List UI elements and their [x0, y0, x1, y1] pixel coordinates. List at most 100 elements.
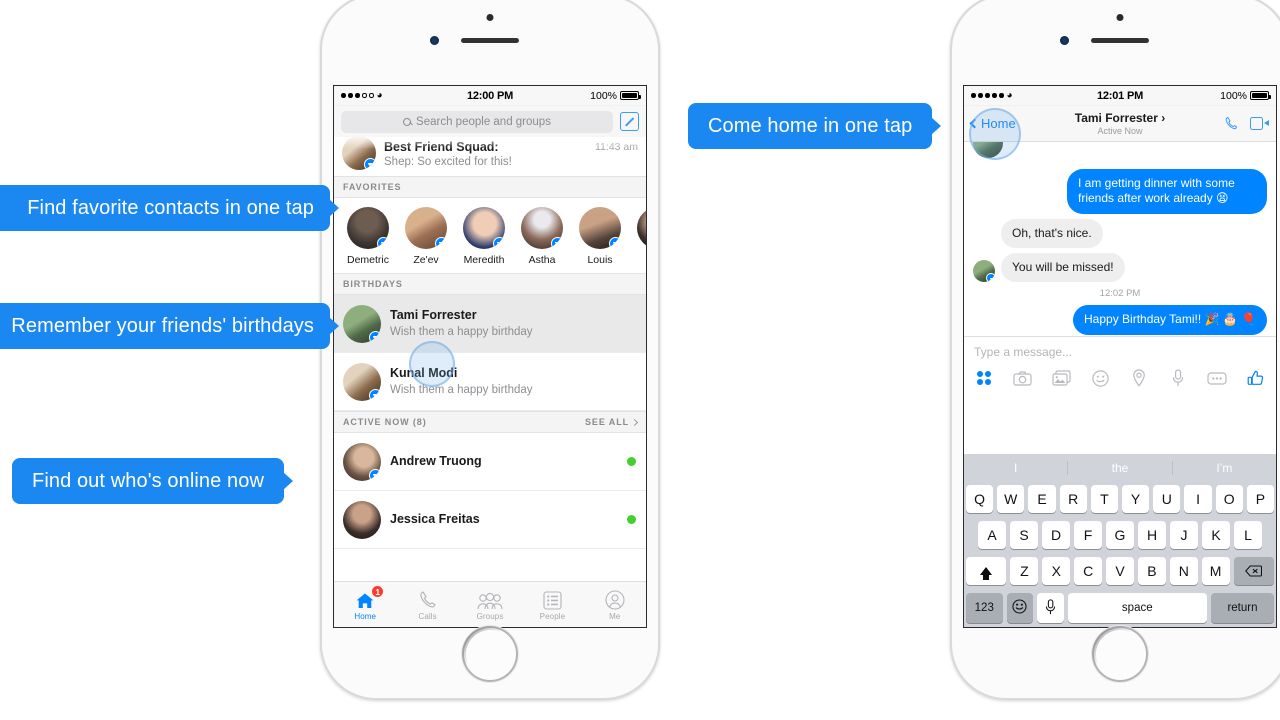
see-all-button[interactable]: SEE ALL — [585, 417, 639, 427]
tab-label: Calls — [418, 612, 437, 621]
message-bubble[interactable]: Happy Birthday Tami!! 🎉 🎂 🎈 — [1073, 305, 1267, 335]
space-key[interactable]: space — [1067, 593, 1207, 623]
key-l[interactable]: L — [1234, 521, 1262, 549]
battery-area: 100% — [590, 90, 641, 102]
conversation-row-best-friend-squad[interactable]: Best Friend Squad: Shep: So excited for … — [334, 133, 646, 177]
key-o[interactable]: O — [1215, 485, 1243, 513]
tab-bar: 1 Home Calls Groups People Me — [334, 581, 646, 627]
avatar — [343, 304, 381, 343]
prediction-1[interactable]: I — [964, 460, 1069, 475]
tab-groups[interactable]: Groups — [459, 582, 521, 627]
message-bubble[interactable]: Oh, that's nice. — [1001, 218, 1103, 249]
tab-calls[interactable]: Calls — [396, 582, 458, 627]
favorite-item[interactable]: Ze'ev — [398, 207, 454, 266]
home-button[interactable] — [462, 626, 518, 682]
video-call-icon[interactable] — [1250, 117, 1269, 130]
prediction-3[interactable]: I’m — [1173, 461, 1276, 475]
favorite-item[interactable]: Demetric — [340, 207, 396, 266]
compose-icon[interactable] — [620, 112, 639, 131]
active-now-row-andrew-truong[interactable]: Andrew Truong — [334, 433, 646, 492]
dictation-key[interactable] — [1037, 593, 1064, 623]
key-z[interactable]: Z — [1010, 557, 1039, 585]
chevron-right-glyph: › — [1161, 111, 1166, 125]
key-b[interactable]: B — [1137, 557, 1166, 585]
message-thread[interactable]: I am getting dinner with some friends af… — [964, 142, 1276, 336]
key-w[interactable]: W — [997, 485, 1025, 513]
birthday-row-tami-forrester[interactable]: Tami Forrester Wish them a happy birthda… — [334, 295, 646, 354]
key-g[interactable]: G — [1106, 521, 1134, 549]
favorites-strip[interactable]: Demetric Ze'ev Meredith Astha Louis — [334, 198, 646, 274]
search-input[interactable]: Search people and groups — [341, 110, 613, 133]
emoji-icon[interactable] — [1091, 368, 1111, 388]
section-header-active-now: ACTIVE NOW (8) SEE ALL — [334, 411, 646, 434]
message-row-incoming: Oh, that's nice. — [973, 218, 1267, 249]
key-c[interactable]: C — [1074, 557, 1103, 585]
iphone-right-device: ◕ 12:01 PM 100% Home Tami Forrester › Ac… — [950, 0, 1280, 700]
tab-people[interactable]: People — [521, 582, 583, 627]
key-x[interactable]: X — [1042, 557, 1071, 585]
messenger-badge-icon — [369, 468, 381, 481]
key-h[interactable]: H — [1138, 521, 1166, 549]
onscreen-keyboard: I the I’m Q W E R T Y U I O P A S D F G … — [964, 454, 1276, 627]
favorite-item[interactable]: Louis — [572, 207, 628, 266]
key-t[interactable]: T — [1090, 485, 1118, 513]
shift-key[interactable] — [966, 557, 1007, 585]
favorite-item-partial[interactable] — [630, 207, 646, 266]
messenger-badge-icon — [986, 273, 995, 283]
active-now-text: Andrew Truong — [390, 454, 618, 470]
key-p[interactable]: P — [1246, 485, 1275, 513]
tab-me[interactable]: Me — [584, 582, 646, 627]
tab-label: Me — [609, 612, 621, 621]
apps-grid-icon[interactable] — [974, 368, 994, 388]
numbers-key[interactable]: 123 — [966, 593, 1003, 623]
back-label: Home — [981, 116, 1016, 131]
key-n[interactable]: N — [1169, 557, 1198, 585]
key-k[interactable]: K — [1202, 521, 1230, 549]
prediction-2[interactable]: the — [1068, 460, 1173, 475]
key-a[interactable]: A — [978, 521, 1006, 549]
key-d[interactable]: D — [1042, 521, 1070, 549]
conversation-title: Best Friend Squad: — [384, 140, 499, 154]
phone-call-icon[interactable] — [1224, 116, 1239, 131]
birthday-row-kunal-modi[interactable]: Kunal Modi Wish them a happy birthday — [334, 353, 646, 412]
key-j[interactable]: J — [1170, 521, 1198, 549]
avatar — [973, 260, 995, 283]
microphone-icon[interactable] — [1168, 368, 1188, 388]
favorite-item[interactable]: Meredith — [456, 207, 512, 266]
status-bar-left: ◕ 12:00 PM 100% — [334, 86, 646, 106]
back-to-home-button[interactable]: Home — [969, 116, 1016, 131]
key-v[interactable]: V — [1106, 557, 1134, 585]
thread-header: Home Tami Forrester › Active Now — [964, 106, 1276, 142]
key-q[interactable]: Q — [965, 485, 994, 513]
active-now-row-jessica-freitas[interactable]: Jessica Freitas — [334, 491, 646, 550]
emoji-key[interactable] — [1006, 593, 1034, 623]
key-i[interactable]: I — [1184, 485, 1212, 513]
message-bubble[interactable]: You will be missed! — [1001, 253, 1125, 283]
key-r[interactable]: R — [1059, 485, 1087, 513]
message-timestamp: 12:02 PM — [1099, 288, 1141, 300]
message-input[interactable]: Type a message... — [974, 344, 1266, 368]
avatar — [405, 207, 447, 250]
key-e[interactable]: E — [1028, 485, 1056, 513]
location-icon[interactable] — [1129, 368, 1149, 388]
message-bubble[interactable]: I am getting dinner with some friends af… — [1067, 169, 1267, 214]
key-m[interactable]: M — [1201, 557, 1230, 585]
tab-label: People — [539, 612, 566, 621]
favorite-name: Astha — [528, 254, 556, 267]
backspace-key[interactable] — [1233, 557, 1274, 585]
message-row-outgoing-last: Happy Birthday Tami!! 🎉 🎂 🎈 — [973, 305, 1267, 335]
home-button[interactable] — [1092, 626, 1148, 682]
iphone-left-device: ◕ 12:00 PM 100% Search people and groups — [320, 0, 660, 700]
thumbs-up-icon[interactable] — [1246, 368, 1266, 388]
camera-icon[interactable] — [1013, 368, 1033, 388]
favorite-item[interactable]: Astha — [514, 207, 570, 266]
more-icon[interactable] — [1207, 368, 1227, 388]
tab-home[interactable]: 1 Home — [334, 582, 396, 627]
key-y[interactable]: Y — [1122, 485, 1150, 513]
key-s[interactable]: S — [1010, 521, 1038, 549]
key-f[interactable]: F — [1074, 521, 1102, 549]
messenger-badge-icon — [551, 237, 563, 250]
return-key[interactable]: return — [1210, 593, 1274, 623]
photos-icon[interactable] — [1052, 368, 1072, 388]
key-u[interactable]: U — [1153, 485, 1181, 513]
